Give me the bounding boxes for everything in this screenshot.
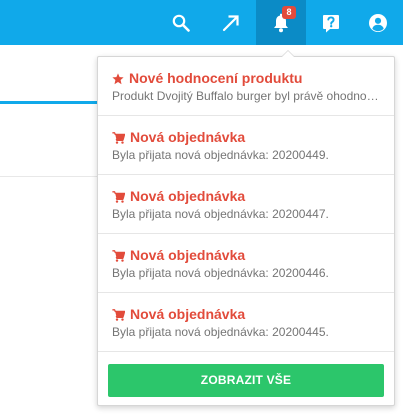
star-icon xyxy=(112,72,124,84)
notification-list: Nové hodnocení produktu Produkt Dvojitý … xyxy=(98,57,394,352)
background-divider xyxy=(0,176,97,177)
notification-title: Nové hodnocení produktu xyxy=(129,70,303,86)
notification-title: Nová objednávka xyxy=(130,247,246,263)
notification-title: Nová objednávka xyxy=(130,306,246,322)
cart-icon xyxy=(112,131,125,144)
user-icon xyxy=(369,13,387,32)
cart-icon xyxy=(112,249,125,262)
help-icon xyxy=(323,14,339,32)
notification-item[interactable]: Nová objednávka Byla přijata nová objedn… xyxy=(98,293,394,352)
notifications-dropdown: Nové hodnocení produktu Produkt Dvojitý … xyxy=(97,50,395,406)
notification-title: Nová objednávka xyxy=(130,129,246,145)
external-link-icon xyxy=(222,14,239,31)
notification-description: Byla přijata nová objednávka: 20200445. xyxy=(112,325,329,339)
cart-icon xyxy=(112,308,125,321)
show-all-button[interactable]: ZOBRAZIT VŠE xyxy=(108,364,384,397)
notification-title: Nová objednávka xyxy=(130,188,246,204)
help-button[interactable] xyxy=(306,0,356,45)
notification-item[interactable]: Nová objednávka Byla přijata nová objedn… xyxy=(98,175,394,234)
dropdown-caret xyxy=(281,50,295,57)
notification-description: Byla přijata nová objednávka: 20200449. xyxy=(112,148,329,162)
cart-icon xyxy=(112,190,125,203)
notification-count-badge: 8 xyxy=(282,6,296,19)
user-menu-button[interactable] xyxy=(353,0,403,45)
notification-item[interactable]: Nová objednávka Byla přijata nová objedn… xyxy=(98,116,394,175)
notification-description: Byla přijata nová objednávka: 20200447. xyxy=(112,207,329,221)
notifications-button[interactable]: 8 xyxy=(256,0,306,45)
search-icon xyxy=(172,14,190,32)
background-tab-underline xyxy=(0,101,97,104)
top-bar: 8 xyxy=(0,0,403,45)
notification-description: Produkt Dvojitý Buffalo burger byl právě… xyxy=(112,89,382,103)
open-site-button[interactable] xyxy=(206,0,256,45)
notification-item[interactable]: Nové hodnocení produktu Produkt Dvojitý … xyxy=(98,57,394,116)
search-button[interactable] xyxy=(156,0,206,45)
notification-item[interactable]: Nová objednávka Byla přijata nová objedn… xyxy=(98,234,394,293)
notification-description: Byla přijata nová objednávka: 20200446. xyxy=(112,266,329,280)
